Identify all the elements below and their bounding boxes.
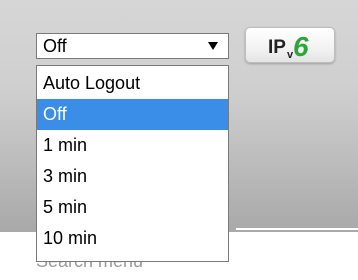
option-off[interactable]: Off — [37, 99, 228, 130]
ipv6-six-text: 6 — [293, 31, 309, 62]
option-10-min[interactable]: 10 min — [37, 223, 228, 254]
ipv6-logo-icon: IP v 6 — [268, 31, 309, 62]
ipv6-prefix-text: IP — [268, 37, 286, 58]
auto-logout-dropdown-list: Auto Logout Off 1 min 3 min 5 min 10 min — [36, 65, 229, 262]
option-5-min[interactable]: 5 min — [37, 192, 228, 223]
auto-logout-selected-value: Off — [43, 36, 67, 56]
option-1-min[interactable]: 1 min — [37, 130, 228, 161]
option-3-min[interactable]: 3 min — [37, 161, 228, 192]
option-auto-logout[interactable]: Auto Logout — [37, 68, 228, 99]
background-divider — [236, 228, 358, 230]
ipv6-badge[interactable]: IP v 6 — [245, 27, 335, 63]
auto-logout-select[interactable]: Off — [36, 33, 229, 59]
dropdown-arrow-icon[interactable] — [208, 42, 218, 50]
